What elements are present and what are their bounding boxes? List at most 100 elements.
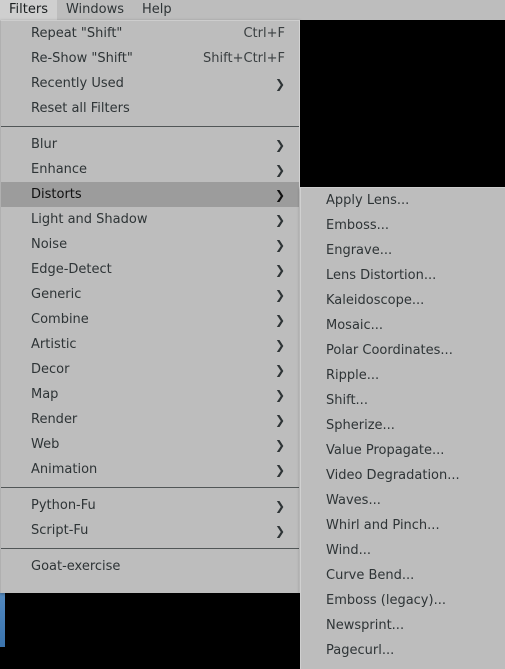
chevron-right-icon: ❯: [274, 237, 285, 252]
chevron-right-icon: ❯: [274, 523, 285, 538]
menubar-item-windows-label: Windows: [65, 2, 124, 17]
submenu-item-polar-coordinates-label: Polar Coordinates...: [326, 343, 453, 358]
menu-item-script-fu-label: Script-Fu: [31, 523, 89, 538]
menu-item-noise-label: Noise: [31, 237, 68, 252]
submenu-item-apply-lens-label: Apply Lens...: [326, 193, 410, 208]
menu-item-enhance[interactable]: Enhance ❯: [1, 157, 299, 182]
submenu-item-lens-distortion[interactable]: Lens Distortion...: [301, 263, 505, 288]
chevron-right-icon: ❯: [274, 76, 285, 91]
menu-item-light-and-shadow-label: Light and Shadow: [31, 212, 148, 227]
chevron-right-icon: ❯: [274, 498, 285, 513]
submenu-item-lens-distortion-label: Lens Distortion...: [326, 268, 437, 283]
submenu-item-ripple[interactable]: Ripple...: [301, 363, 505, 388]
menu-separator: [1, 487, 299, 488]
chevron-right-icon: ❯: [274, 412, 285, 427]
submenu-item-pagecurl[interactable]: Pagecurl...: [301, 638, 505, 663]
menubar-item-filters[interactable]: Filters: [0, 0, 57, 20]
menubar: Filters Windows Help: [0, 0, 505, 20]
submenu-item-value-propagate[interactable]: Value Propagate...: [301, 438, 505, 463]
menu-item-reshow-label: Re-Show "Shift": [31, 51, 133, 66]
submenu-item-value-propagate-label: Value Propagate...: [326, 443, 445, 458]
submenu-item-mosaic-label: Mosaic...: [326, 318, 384, 333]
submenu-item-waves-label: Waves...: [326, 493, 381, 508]
menu-item-generic[interactable]: Generic ❯: [1, 282, 299, 307]
menu-item-recently-used-label: Recently Used: [31, 76, 124, 91]
submenu-item-kaleidoscope-label: Kaleidoscope...: [326, 293, 425, 308]
submenu-item-waves[interactable]: Waves...: [301, 488, 505, 513]
menu-item-distorts-label: Distorts: [31, 187, 82, 202]
menubar-item-filters-label: Filters: [9, 2, 48, 17]
menu-item-blur[interactable]: Blur ❯: [1, 132, 299, 157]
menu-item-python-fu-label: Python-Fu: [31, 498, 96, 513]
menu-item-light-and-shadow[interactable]: Light and Shadow ❯: [1, 207, 299, 232]
submenu-item-engrave-label: Engrave...: [326, 243, 393, 258]
submenu-item-apply-lens[interactable]: Apply Lens...: [301, 188, 505, 213]
chevron-right-icon: ❯: [274, 287, 285, 302]
chevron-right-icon: ❯: [274, 312, 285, 327]
menu-item-artistic-label: Artistic: [31, 337, 77, 352]
submenu-item-video-degradation-label: Video Degradation...: [326, 468, 460, 483]
menu-item-map[interactable]: Map ❯: [1, 382, 299, 407]
menu-item-repeat-accel: Ctrl+F: [243, 26, 285, 41]
submenu-item-newsprint[interactable]: Newsprint...: [301, 613, 505, 638]
menu-item-edge-detect[interactable]: Edge-Detect ❯: [1, 257, 299, 282]
submenu-item-emboss[interactable]: Emboss...: [301, 213, 505, 238]
filters-menu-popup: Repeat "Shift" Ctrl+F Re-Show "Shift" Sh…: [0, 20, 300, 593]
menubar-item-help[interactable]: Help: [133, 0, 181, 20]
submenu-item-curve-bend[interactable]: Curve Bend...: [301, 563, 505, 588]
menu-item-script-fu[interactable]: Script-Fu ❯: [1, 518, 299, 543]
menu-item-distorts[interactable]: Distorts ❯: [1, 182, 299, 207]
submenu-item-engrave[interactable]: Engrave...: [301, 238, 505, 263]
menu-item-goat-exercise[interactable]: Goat-exercise: [1, 554, 299, 579]
submenu-item-spherize-label: Spherize...: [326, 418, 395, 433]
chevron-right-icon: ❯: [274, 462, 285, 477]
menubar-empty-space: [180, 0, 505, 20]
menu-item-artistic[interactable]: Artistic ❯: [1, 332, 299, 357]
menu-item-render-label: Render: [31, 412, 78, 427]
menu-item-repeat[interactable]: Repeat "Shift" Ctrl+F: [1, 21, 299, 46]
submenu-item-curve-bend-label: Curve Bend...: [326, 568, 415, 583]
submenu-item-kaleidoscope[interactable]: Kaleidoscope...: [301, 288, 505, 313]
menu-item-repeat-label: Repeat "Shift": [31, 26, 123, 41]
chevron-right-icon: ❯: [274, 387, 285, 402]
menu-item-noise[interactable]: Noise ❯: [1, 232, 299, 257]
menu-item-render[interactable]: Render ❯: [1, 407, 299, 432]
chevron-right-icon: ❯: [274, 262, 285, 277]
chevron-right-icon: ❯: [274, 187, 285, 202]
submenu-item-wind[interactable]: Wind...: [301, 538, 505, 563]
menu-item-generic-label: Generic: [31, 287, 82, 302]
canvas-lower-area: [5, 592, 298, 668]
submenu-item-video-degradation[interactable]: Video Degradation...: [301, 463, 505, 488]
chevron-right-icon: ❯: [274, 437, 285, 452]
menu-item-edge-detect-label: Edge-Detect: [31, 262, 112, 277]
menu-item-recently-used[interactable]: Recently Used ❯: [1, 71, 299, 96]
submenu-item-emboss-legacy[interactable]: Emboss (legacy)...: [301, 588, 505, 613]
submenu-item-shift[interactable]: Shift...: [301, 388, 505, 413]
menu-item-blur-label: Blur: [31, 137, 58, 152]
submenu-item-newsprint-label: Newsprint...: [326, 618, 405, 633]
menu-item-reset-all-filters[interactable]: Reset all Filters: [1, 96, 299, 121]
menu-item-reshow[interactable]: Re-Show "Shift" Shift+Ctrl+F: [1, 46, 299, 71]
chevron-right-icon: ❯: [274, 212, 285, 227]
menu-item-decor[interactable]: Decor ❯: [1, 357, 299, 382]
chevron-right-icon: ❯: [274, 162, 285, 177]
menu-item-enhance-label: Enhance: [31, 162, 88, 177]
menu-separator: [1, 126, 299, 127]
menubar-item-windows[interactable]: Windows: [57, 0, 133, 20]
submenu-item-emboss-legacy-label: Emboss (legacy)...: [326, 593, 446, 608]
menu-item-python-fu[interactable]: Python-Fu ❯: [1, 493, 299, 518]
submenu-item-whirl-and-pinch-label: Whirl and Pinch...: [326, 518, 440, 533]
menu-item-animation[interactable]: Animation ❯: [1, 457, 299, 482]
submenu-item-wind-label: Wind...: [326, 543, 372, 558]
submenu-item-ripple-label: Ripple...: [326, 368, 380, 383]
menu-item-combine[interactable]: Combine ❯: [1, 307, 299, 332]
submenu-item-spherize[interactable]: Spherize...: [301, 413, 505, 438]
submenu-item-mosaic[interactable]: Mosaic...: [301, 313, 505, 338]
chevron-right-icon: ❯: [274, 337, 285, 352]
submenu-item-whirl-and-pinch[interactable]: Whirl and Pinch...: [301, 513, 505, 538]
menu-item-reset-all-filters-label: Reset all Filters: [31, 101, 130, 116]
submenu-item-emboss-label: Emboss...: [326, 218, 390, 233]
submenu-item-polar-coordinates[interactable]: Polar Coordinates...: [301, 338, 505, 363]
menu-item-goat-exercise-label: Goat-exercise: [31, 559, 121, 574]
menu-item-web[interactable]: Web ❯: [1, 432, 299, 457]
